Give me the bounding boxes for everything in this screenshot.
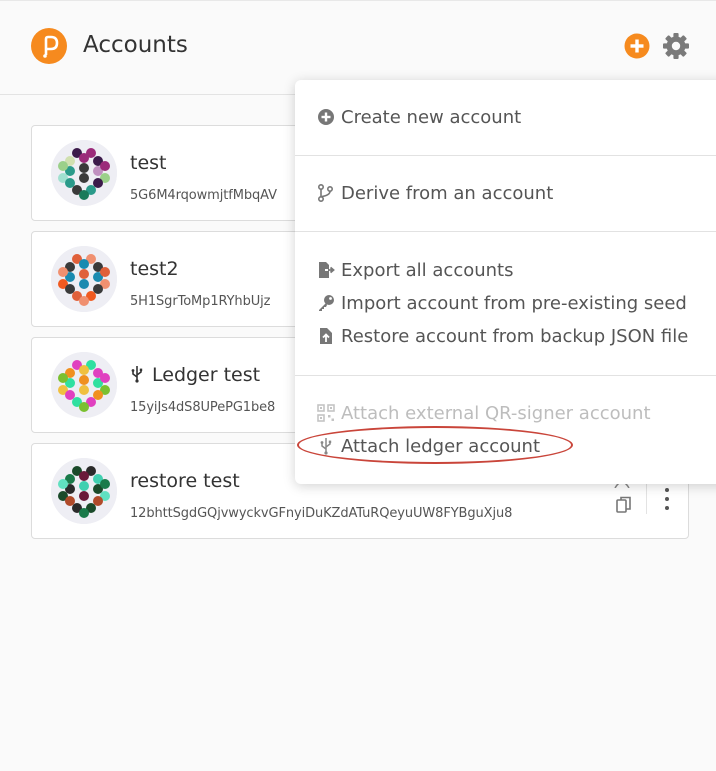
plus-circle-icon (318, 109, 334, 125)
menu-item-label: Attach external QR-signer account (341, 402, 651, 424)
account-address: 15yiJs4dS8UPePG1be8 (130, 400, 276, 415)
settings-dropdown-menu: Create new account Derive from an accoun… (295, 80, 716, 484)
code-branch-icon (318, 184, 334, 202)
menu-separator (295, 231, 716, 232)
gear-icon[interactable] (662, 32, 690, 60)
file-export-icon (319, 262, 335, 278)
menu-item-create-account[interactable]: Create new account (317, 104, 521, 130)
menu-item-label: Create new account (341, 106, 522, 128)
identicon-avatar (51, 352, 117, 418)
qrcode-icon (317, 404, 335, 422)
identicon-avatar (51, 458, 117, 524)
identicon-avatar (51, 140, 117, 206)
account-name: Ledger test (152, 364, 261, 386)
account-address: 5H1SgrToMp1RYhbUjz (130, 294, 271, 309)
account-name: restore test (130, 470, 240, 492)
account-address: 12bhttSgdGQjvwyckvGFnyiDuKZdATuRQeyuUW8F… (130, 506, 513, 521)
identicon-avatar (51, 246, 117, 312)
menu-item-label: Import account from pre-existing seed (341, 292, 687, 314)
menu-separator (295, 155, 716, 156)
key-icon (319, 295, 334, 311)
account-name: test2 (130, 258, 179, 280)
menu-item-derive-account[interactable]: Derive from an account (317, 180, 553, 206)
divider (646, 484, 647, 514)
menu-item-label: Export all accounts (341, 259, 514, 281)
usb-icon (131, 366, 143, 383)
menu-separator (295, 375, 716, 376)
menu-item-attach-qr: Attach external QR-signer account (317, 400, 651, 426)
menu-item-export-all[interactable]: Export all accounts (317, 257, 514, 283)
plus-circle-icon[interactable] (624, 33, 650, 59)
menu-item-attach-ledger[interactable]: Attach ledger account (317, 433, 540, 459)
menu-item-import-seed[interactable]: Import account from pre-existing seed (317, 290, 687, 316)
page-title: Accounts (83, 32, 188, 58)
more-options-icon[interactable] (662, 486, 672, 512)
file-upload-icon (320, 328, 332, 344)
menu-item-label: Restore account from backup JSON file (341, 325, 689, 347)
menu-item-restore-json[interactable]: Restore account from backup JSON file (317, 323, 688, 349)
usb-icon (320, 438, 332, 455)
menu-item-label: Attach ledger account (341, 435, 541, 457)
copy-icon[interactable] (616, 496, 632, 514)
account-address: 5G6M4rqowmjtfMbqAV (130, 188, 277, 203)
account-name-row: Ledger test (130, 364, 260, 386)
account-name: test (130, 152, 167, 174)
polkadot-logo-icon (31, 28, 67, 64)
menu-item-label: Derive from an account (341, 182, 554, 204)
